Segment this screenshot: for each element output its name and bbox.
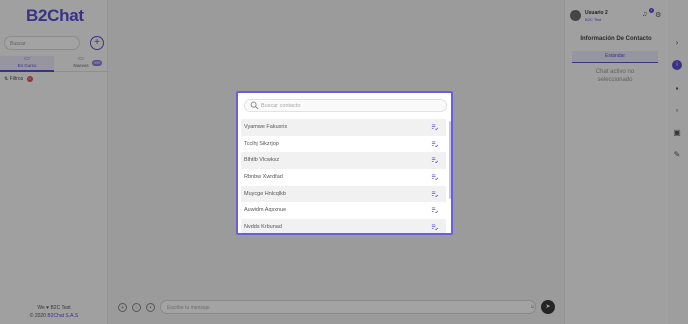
contact-name: Auwidm Aqsxnue <box>244 207 287 214</box>
contact-name: Muycge Hnlcqlkb <box>244 190 286 197</box>
contact-name: Blhtlb Vlcwkxz <box>244 157 280 164</box>
contact-name: Nvdds Krbunad <box>244 224 282 231</box>
start-chat-icon[interactable] <box>431 174 438 181</box>
contact-name: Rbnbw Xwrdfad <box>244 174 283 181</box>
start-chat-icon[interactable] <box>431 141 438 148</box>
contact-search-input[interactable] <box>261 101 441 111</box>
start-chat-icon[interactable] <box>431 157 438 164</box>
list-item[interactable]: Tcclhj Sikzrjop <box>241 136 446 153</box>
list-item[interactable]: Muycge Hnlcqlkb <box>241 185 446 203</box>
list-item[interactable]: Blhtlb Vlcwkxz <box>241 152 446 170</box>
contact-name: Tcclhj Sikzrjop <box>244 140 279 147</box>
contact-name: Vyamwe Fakuxrix <box>244 124 288 130</box>
list-item[interactable]: Auwidm Aqsxnue <box>241 202 446 219</box>
contact-list-scrollbar[interactable] <box>449 121 451 199</box>
contact-search <box>244 99 447 112</box>
start-chat-icon[interactable] <box>431 207 438 214</box>
contact-list: Vyamwe Fakuxrix Tcclhj Sikzrjop Blhtlb V… <box>241 119 446 233</box>
contact-picker-modal: Vyamwe Fakuxrix Tcclhj Sikzrjop Blhtlb V… <box>236 91 453 235</box>
list-item[interactable]: Nvdds Krbunad <box>241 219 446 233</box>
start-chat-icon[interactable] <box>431 124 438 131</box>
list-item[interactable]: Rbnbw Xwrdfad <box>241 169 446 186</box>
list-item[interactable]: Vyamwe Fakuxrix <box>241 119 446 136</box>
start-chat-icon[interactable] <box>431 191 438 198</box>
search-icon <box>250 101 259 110</box>
start-chat-icon[interactable] <box>431 224 438 231</box>
